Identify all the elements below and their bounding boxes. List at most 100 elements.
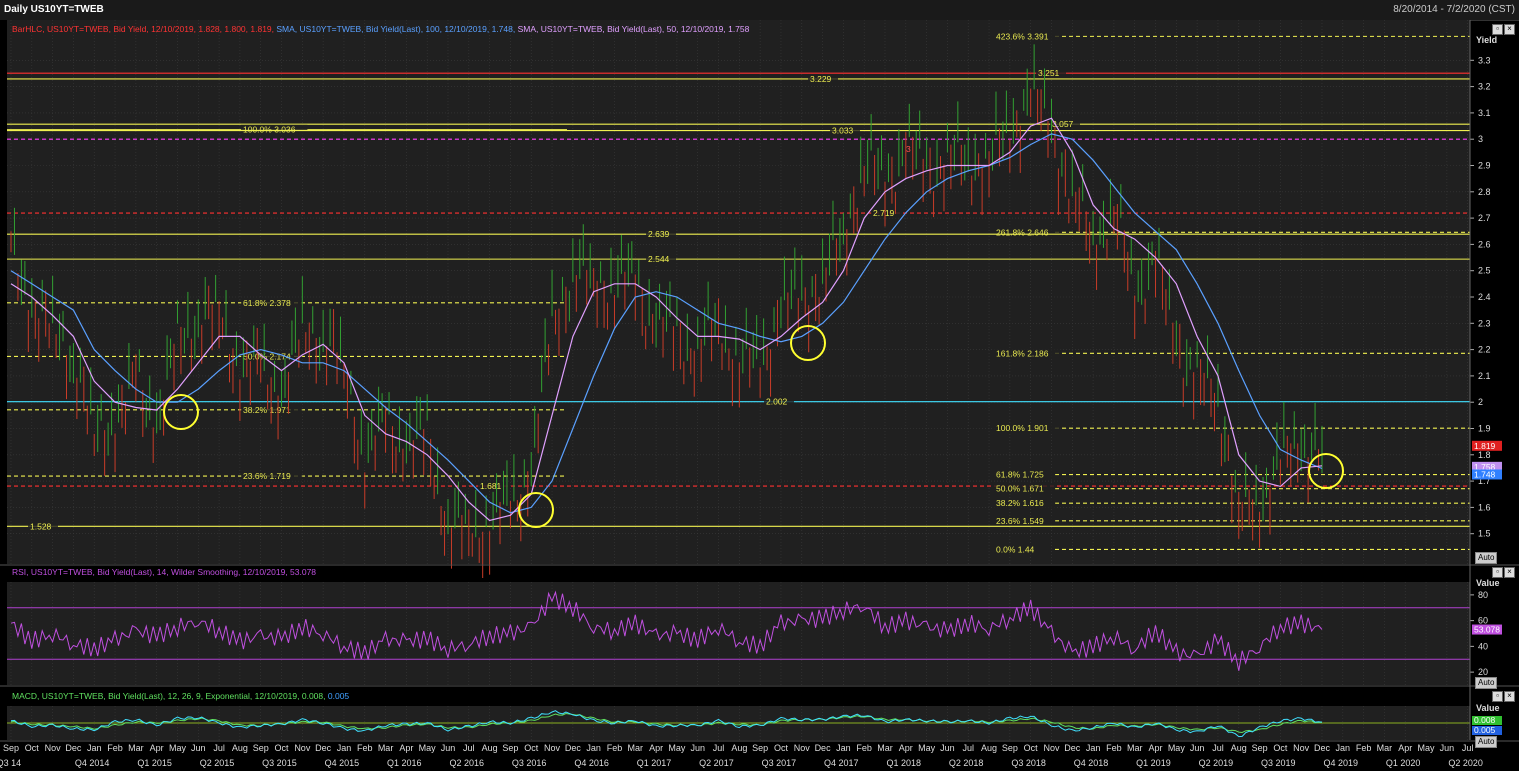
macd-restore-icon[interactable]: ▫ — [1492, 691, 1503, 702]
x-month-label: Apr — [150, 743, 164, 753]
panel-bg-rsi — [7, 582, 1470, 685]
y-tick-label-main: 3.2 — [1478, 82, 1491, 92]
x-month-label: Nov — [294, 743, 311, 753]
y-tick-label-main: 1.9 — [1478, 424, 1491, 434]
x-month-label: Jan — [836, 743, 851, 753]
x-month-label: Aug — [731, 743, 747, 753]
x-month-label: Feb — [1106, 743, 1122, 753]
x-month-label: Jul — [1212, 743, 1224, 753]
x-month-label: Sep — [752, 743, 768, 753]
rsi-header: RSI, US10YT=TWEB, Bid Yield(Last), 14, W… — [12, 567, 317, 577]
restore-icon[interactable]: ▫ — [1492, 24, 1503, 35]
left-margin — [0, 20, 7, 740]
level-label: 23.6% 1.719 — [243, 471, 291, 481]
x-month-label: Mar — [378, 743, 394, 753]
legend-barhlc: BarHLC, US10YT=TWEB, Bid Yield, 12/10/20… — [12, 24, 275, 34]
x-month-label: Dec — [565, 743, 582, 753]
x-month-label: Mar — [1377, 743, 1393, 753]
last-value-label: 1.819 — [1474, 441, 1496, 451]
x-quarter-label: Q3 2015 — [262, 758, 297, 768]
date-range: 8/20/2014 - 7/2/2020 (CST) — [1393, 4, 1515, 15]
x-month-label: Jan — [87, 743, 102, 753]
legend-sma50: SMA, US10YT=TWEB, Bid Yield(Last), 50, 1… — [517, 24, 750, 34]
level-label: 161.8% 2.186 — [996, 348, 1049, 358]
x-month-label: Jan — [1086, 743, 1101, 753]
level-label: 3.251 — [1038, 68, 1060, 78]
y-tick-label-rsi: 40 — [1478, 641, 1488, 651]
macd-close-icon[interactable]: × — [1504, 691, 1515, 702]
x-month-label: Dec — [315, 743, 332, 753]
rsi-last-label: 53.078 — [1474, 625, 1500, 635]
level-label: 261.8% 2.646 — [996, 227, 1049, 237]
x-month-label: Jun — [940, 743, 955, 753]
x-month-label: Aug — [482, 743, 498, 753]
rsi-auto-button[interactable]: Auto — [1475, 677, 1498, 689]
x-month-label: Jun — [690, 743, 705, 753]
level-label: 38.2% 1.616 — [996, 498, 1044, 508]
x-quarter-label: Q4 2015 — [325, 758, 360, 768]
macd-last-label: 0.008 — [1474, 715, 1496, 725]
x-month-label: Apr — [1398, 743, 1412, 753]
level-label: 100.0% 3.036 — [243, 125, 296, 135]
macd-header-main: MACD, US10YT=TWEB, Bid Yield(Last), 12, … — [12, 691, 326, 701]
x-month-label: Dec — [1064, 743, 1081, 753]
x-month-label: Sep — [1252, 743, 1268, 753]
x-month-label: Apr — [649, 743, 663, 753]
x-month-label: May — [419, 743, 437, 753]
level-label: 1.528 — [30, 521, 52, 531]
macd-header: MACD, US10YT=TWEB, Bid Yield(Last), 12, … — [12, 691, 349, 701]
rsi-close-icon[interactable]: × — [1504, 567, 1515, 578]
macd-header-signal: 0.005 — [327, 691, 350, 701]
x-month-label: Jan — [586, 743, 601, 753]
level-label: 2.002 — [766, 397, 788, 407]
x-month-label: Feb — [1356, 743, 1372, 753]
legend-sma100: SMA, US10YT=TWEB, Bid Yield(Last), 100, … — [276, 24, 516, 34]
y-tick-label-main: 3 — [1478, 134, 1483, 144]
x-month-label: Aug — [981, 743, 997, 753]
level-label: 100.0% 1.901 — [996, 423, 1049, 433]
x-month-label: Jan — [1336, 743, 1351, 753]
x-month-label: Apr — [399, 743, 413, 753]
y-tick-label-main: 3.1 — [1478, 108, 1491, 118]
y-tick-label-main: 1.6 — [1478, 502, 1491, 512]
x-month-label: Feb — [856, 743, 872, 753]
main-axis-title: Yield — [1476, 35, 1498, 45]
x-month-label: Feb — [357, 743, 373, 753]
x-month-label: Mar — [1127, 743, 1143, 753]
x-month-label: Aug — [232, 743, 248, 753]
x-quarter-label: Q1 2019 — [1136, 758, 1171, 768]
x-quarter-label: Q3 2017 — [762, 758, 797, 768]
x-month-label: Jun — [191, 743, 206, 753]
signal-last-label: 0.005 — [1474, 725, 1496, 735]
x-quarter-label: Q1 2017 — [637, 758, 672, 768]
level-label: 38.2% 1.971 — [243, 405, 291, 415]
level-label: 61.8% 2.378 — [243, 298, 291, 308]
level-label: 2.719 — [873, 208, 895, 218]
main-auto-button[interactable]: Auto — [1475, 552, 1498, 564]
y-tick-label-main: 2.2 — [1478, 345, 1491, 355]
x-quarter-label: Q4 2018 — [1074, 758, 1109, 768]
x-quarter-label: Q3 2018 — [1011, 758, 1046, 768]
x-month-label: Nov — [45, 743, 62, 753]
y-tick-label-main: 1.8 — [1478, 450, 1491, 460]
x-quarter-label: Q2 2020 — [1448, 758, 1483, 768]
x-month-label: Oct — [1273, 743, 1288, 753]
last-value-label: 1.748 — [1474, 469, 1496, 479]
macd-auto-button[interactable]: Auto — [1475, 736, 1498, 748]
rsi-restore-icon[interactable]: ▫ — [1492, 567, 1503, 578]
x-month-label: May — [1418, 743, 1436, 753]
x-month-label: Feb — [607, 743, 623, 753]
y-tick-label-main: 2 — [1478, 397, 1483, 407]
x-month-label: Sep — [3, 743, 19, 753]
x-month-label: Mar — [128, 743, 144, 753]
close-icon[interactable]: × — [1504, 24, 1515, 35]
x-quarter-label: Q2 2018 — [949, 758, 984, 768]
window-title: Daily US10YT=TWEB — [4, 4, 104, 15]
x-month-label: Mar — [877, 743, 893, 753]
x-month-label: Nov — [1043, 743, 1060, 753]
chart-canvas[interactable]: Sep Oct Nov Dec Jan Feb Mar Apr May Jun Jul Aug Sep O… — [0, 20, 1519, 771]
x-quarter-label: Q3 2019 — [1261, 758, 1296, 768]
y-tick-label-main: 2.1 — [1478, 371, 1491, 381]
x-month-label: May — [1168, 743, 1186, 753]
x-quarter-label: Q2 2015 — [200, 758, 235, 768]
